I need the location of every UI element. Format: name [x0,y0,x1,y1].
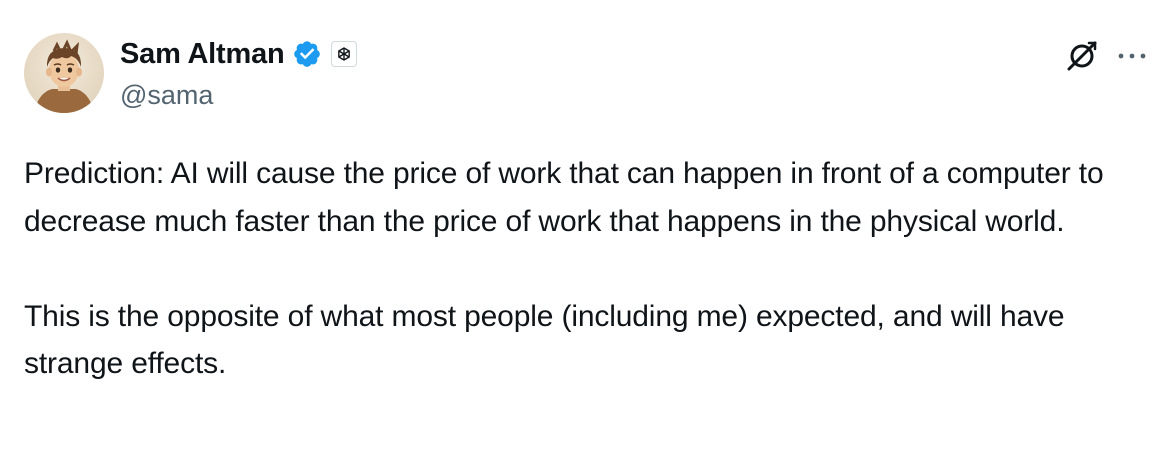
grok-button[interactable] [1064,38,1100,74]
tweet-paragraph: Prediction: AI will cause the price of w… [24,157,1104,238]
tweet-text: Prediction: AI will cause the price of w… [24,150,1144,388]
author-handle[interactable]: @sama [120,80,213,111]
grok-icon [1067,41,1097,71]
more-horizontal-icon [1118,53,1146,59]
avatar[interactable] [24,33,104,113]
author-name-row: Sam Altman [120,36,357,72]
verified-badge-icon[interactable] [292,39,322,69]
openai-logo-icon[interactable] [330,41,357,67]
tweet-card: Sam Altman @sama Prediction: AI will cau… [0,0,1164,460]
tweet-paragraph: This is the opposite of what most people… [24,299,1065,381]
more-options-button[interactable] [1112,38,1152,74]
author-display-name[interactable]: Sam Altman [120,38,285,71]
